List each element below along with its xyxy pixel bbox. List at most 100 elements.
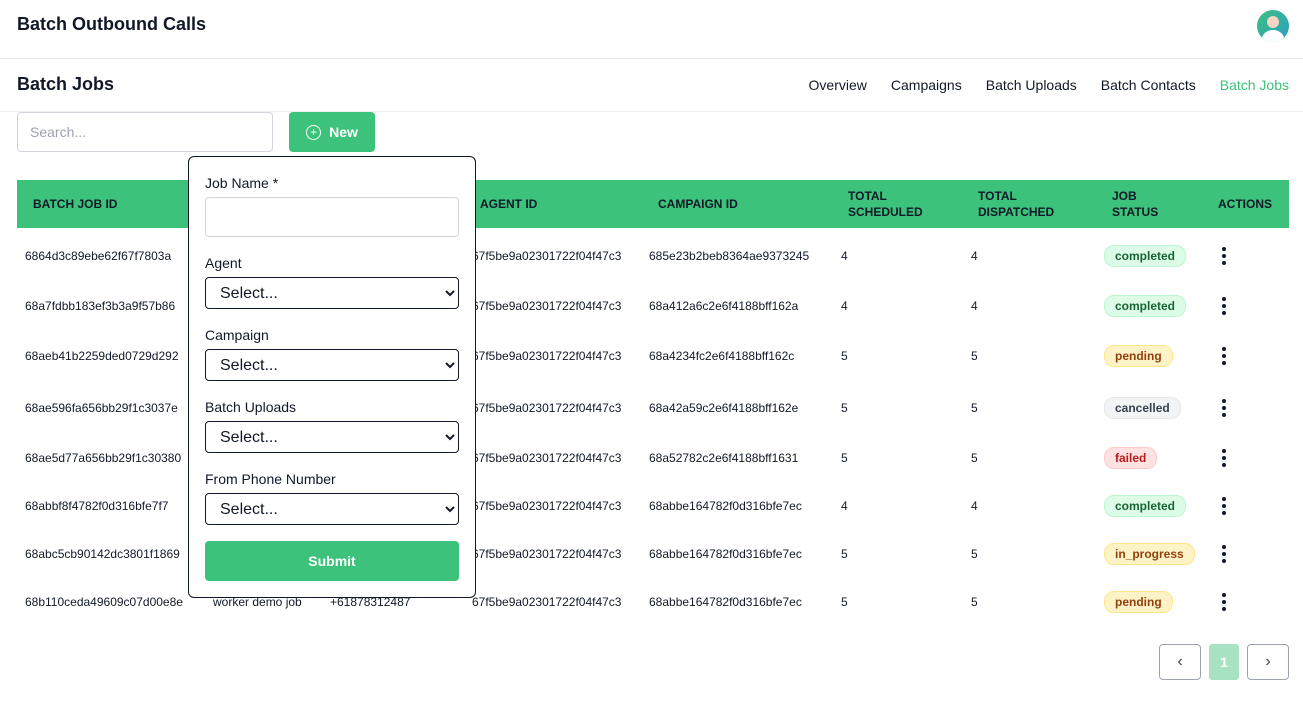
cell-total-scheduled: 5 [841,451,848,465]
kebab-dot [1222,361,1226,365]
nav-batch-contacts[interactable]: Batch Contacts [1101,77,1196,93]
from-phone-label: From Phone Number [205,471,336,487]
kebab-menu-icon[interactable] [1219,399,1229,417]
app-title: Batch Outbound Calls [17,14,206,34]
avatar-head [1267,16,1279,28]
header-total-scheduled: TOTAL SCHEDULED [848,189,923,219]
page-number-current[interactable]: 1 [1209,644,1239,680]
batch-uploads-select[interactable]: Select... [205,421,459,453]
kebab-menu-icon[interactable] [1219,247,1229,265]
cell-agent-id: 67f5be9a02301722f04f47c3 [472,299,622,313]
status-badge: completed [1104,495,1187,517]
cell-total-scheduled: 4 [841,299,848,313]
kebab-dot [1222,607,1226,611]
cell-agent-id: 67f5be9a02301722f04f47c3 [472,349,622,363]
kebab-dot [1222,463,1226,467]
kebab-menu-icon[interactable] [1219,497,1229,515]
nav-batch-jobs[interactable]: Batch Jobs [1220,77,1289,93]
cell-total-dispatched: 5 [971,595,978,609]
header-agent-id: AGENT ID [480,197,538,211]
sub-header: Batch Jobs Overview Campaigns Batch Uplo… [0,59,1303,112]
cell-campaign-id: 68a42a59c2e6f4188bff162e [649,401,799,415]
chevron-left-icon[interactable]: ‹ [1159,644,1201,680]
kebab-dot [1222,552,1226,556]
cell-agent-id: 67f5be9a02301722f04f47c3 [472,451,622,465]
kebab-menu-icon[interactable] [1219,297,1229,315]
from-phone-select[interactable]: Select... [205,493,459,525]
kebab-menu-icon[interactable] [1219,593,1229,611]
status-badge: pending [1104,345,1173,367]
cell-batch-job-id: 68ae596fa656bb29f1c3037e [25,401,178,415]
cell-total-scheduled: 5 [841,595,848,609]
nav-overview[interactable]: Overview [809,77,867,93]
user-avatar-icon[interactable] [1257,10,1289,42]
cell-campaign-id: 68a52782c2e6f4188bff1631 [649,451,799,465]
kebab-dot [1222,406,1226,410]
header-batch-job-id: BATCH JOB ID [33,197,118,211]
cell-total-dispatched: 5 [971,451,978,465]
kebab-dot [1222,347,1226,351]
search-input[interactable] [17,112,273,152]
new-button[interactable]: + New [289,112,375,152]
kebab-dot [1222,511,1226,515]
agent-label: Agent [205,255,242,271]
kebab-dot [1222,559,1226,563]
kebab-dot [1222,449,1226,453]
avatar-body [1262,30,1284,42]
kebab-dot [1222,254,1226,258]
cell-total-scheduled: 5 [841,401,848,415]
cell-batch-job-id: 68b110ceda49609c07d00e8e [25,595,183,609]
nav-batch-uploads[interactable]: Batch Uploads [986,77,1077,93]
new-button-label: New [329,124,358,140]
page-title: Batch Jobs [17,74,115,94]
cell-total-scheduled: 5 [841,547,848,561]
top-nav: Overview Campaigns Batch Uploads Batch C… [809,77,1289,93]
cell-total-dispatched: 4 [971,299,978,313]
cell-total-dispatched: 4 [971,499,978,513]
kebab-dot [1222,311,1226,315]
cell-campaign-id: 68abbe164782f0d316bfe7ec [649,499,802,513]
status-badge: pending [1104,591,1173,613]
status-badge: cancelled [1104,397,1181,419]
cell-batch-job-id: 68a7fdbb183ef3b3a9f57b86 [25,299,176,313]
kebab-menu-icon[interactable] [1219,545,1229,563]
kebab-dot [1222,593,1226,597]
header-total-dispatched: TOTAL DISPATCHED [978,189,1055,219]
chevron-right-icon[interactable]: › [1247,644,1289,680]
new-batch-job-popover: Job Name * Agent Select... Campaign Sele… [188,156,476,598]
cell-agent-id: 67f5be9a02301722f04f47c3 [472,499,622,513]
cell-agent-id: 67f5be9a02301722f04f47c3 [472,595,622,609]
header-actions: ACTIONS [1218,197,1272,211]
campaign-label: Campaign [205,327,269,343]
kebab-dot [1222,304,1226,308]
campaign-select[interactable]: Select... [205,349,459,381]
job-name-label: Job Name * [205,175,279,191]
cell-agent-id: 67f5be9a02301722f04f47c3 [472,547,622,561]
cell-batch-job-id: 68aeb41b2259ded0729d292 [25,349,179,363]
status-badge: completed [1104,245,1187,267]
job-name-input[interactable] [205,197,459,237]
kebab-dot [1222,413,1226,417]
header-job-status: JOB STATUS [1112,189,1159,219]
batch-uploads-label: Batch Uploads [205,399,297,415]
status-badge: in_progress [1104,543,1195,565]
submit-button[interactable]: Submit [205,541,459,581]
nav-campaigns[interactable]: Campaigns [891,77,962,93]
cell-total-dispatched: 4 [971,249,978,263]
kebab-menu-icon[interactable] [1219,449,1229,467]
cell-batch-job-id: 6864d3c89ebe62f67f7803a [25,249,172,263]
cell-total-scheduled: 4 [841,499,848,513]
status-badge: completed [1104,295,1187,317]
cell-agent-id: 67f5be9a02301722f04f47c3 [472,401,622,415]
agent-select[interactable]: Select... [205,277,459,309]
cell-total-dispatched: 5 [971,401,978,415]
kebab-dot [1222,247,1226,251]
kebab-dot [1222,261,1226,265]
cell-total-scheduled: 4 [841,249,848,263]
cell-total-dispatched: 5 [971,547,978,561]
cell-campaign-id: 68a412a6c2e6f4188bff162a [649,299,799,313]
kebab-dot [1222,545,1226,549]
kebab-dot [1222,497,1226,501]
kebab-menu-icon[interactable] [1219,347,1229,365]
header-campaign-id: CAMPAIGN ID [658,197,738,211]
